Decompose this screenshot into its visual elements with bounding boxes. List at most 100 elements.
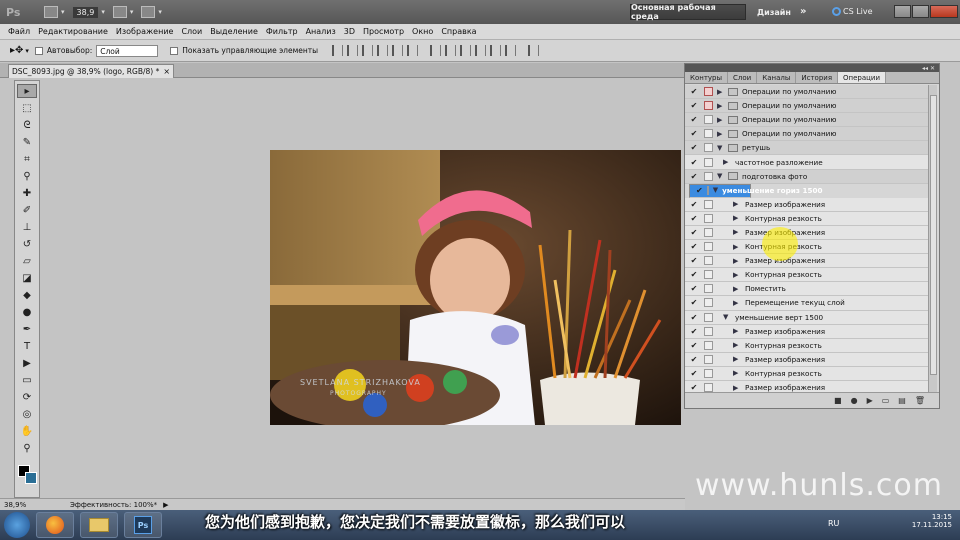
workspace-essentials-button[interactable]: Основная рабочая среда [630, 3, 746, 21]
lasso-tool-icon[interactable]: ᘓ [17, 118, 37, 132]
quick-select-tool-icon[interactable]: ✎ [17, 135, 37, 149]
action-row[interactable]: ✔ ▼ подготовка фото [685, 169, 929, 184]
toggle-check-icon[interactable]: ✔ [688, 242, 700, 251]
zoom-level-field[interactable]: 38,9 [72, 6, 99, 18]
new-set-icon[interactable]: ▭ [882, 396, 890, 405]
language-indicator[interactable]: RU [828, 519, 839, 528]
new-action-icon[interactable]: ▤ [898, 396, 906, 405]
dialog-toggle-icon[interactable] [704, 298, 713, 308]
menu-item[interactable]: Слои [181, 27, 202, 36]
record-icon[interactable]: ● [851, 396, 858, 405]
crop-tool-icon[interactable]: ⌗ [17, 152, 37, 166]
align-right-icon[interactable] [407, 45, 419, 56]
workspace-more-button[interactable]: » [800, 6, 806, 17]
menu-item[interactable]: Редактирование [38, 27, 108, 36]
hand-tool-icon[interactable]: ✋ [17, 424, 37, 438]
distribute-hcenter-icon[interactable] [490, 45, 502, 56]
toggle-check-icon[interactable]: ✔ [688, 313, 700, 322]
eyedropper-tool-icon[interactable]: ⚲ [17, 169, 37, 183]
dialog-toggle-icon[interactable] [704, 143, 713, 153]
eraser-tool-icon[interactable]: ▱ [17, 254, 37, 268]
panel-tab[interactable]: Операции [838, 72, 887, 83]
toggle-check-icon[interactable]: ✔ [688, 214, 700, 223]
toggle-check-icon[interactable]: ✔ [688, 369, 700, 378]
panel-tab[interactable]: Слои [728, 72, 758, 83]
dialog-toggle-icon[interactable] [704, 270, 713, 280]
close-tab-icon[interactable]: × [163, 67, 170, 76]
action-row[interactable]: ✔ ▶ Операции по умолчанию [685, 99, 929, 114]
menu-item[interactable]: Анализ [306, 27, 336, 36]
panel-tab[interactable]: Каналы [757, 72, 797, 83]
dialog-toggle-icon[interactable] [704, 115, 713, 125]
show-controls-checkbox[interactable] [170, 46, 179, 55]
brush-tool-icon[interactable]: ✐ [17, 203, 37, 217]
play-icon[interactable]: ▶ [867, 396, 873, 405]
3d-rotate-tool-icon[interactable]: ⟳ [17, 390, 37, 404]
maximize-button[interactable] [912, 5, 929, 18]
autoselect-dropdown[interactable]: Слой [96, 44, 159, 57]
menu-item[interactable]: Файл [8, 27, 30, 36]
expand-arrow-icon[interactable]: ▶ [733, 214, 741, 222]
close-button[interactable] [930, 5, 958, 18]
dialog-toggle-icon[interactable] [704, 101, 713, 111]
chevron-down-icon[interactable]: ▾ [130, 8, 134, 16]
expand-arrow-icon[interactable]: ▼ [717, 172, 725, 180]
toggle-check-icon[interactable]: ✔ [688, 284, 700, 293]
document-canvas[interactable]: SVETLANA STRIZHAKOVA PHOTOGRAPHY [270, 150, 681, 425]
toggle-check-icon[interactable]: ✔ [688, 200, 700, 209]
toggle-check-icon[interactable]: ✔ [688, 270, 700, 279]
menu-item[interactable]: Изображение [116, 27, 174, 36]
document-tab[interactable]: DSC_8093.jpg @ 38,9% (logo, RGB/8) * × [8, 64, 175, 78]
expand-arrow-icon[interactable]: ▶ [733, 369, 741, 377]
status-arrow-icon[interactable]: ▶ [163, 501, 168, 509]
panel-collapse-bar[interactable]: ◂◂ ✕ [685, 64, 939, 72]
distribute-bottom-icon[interactable] [460, 45, 472, 56]
shape-tool-icon[interactable]: ▭ [17, 373, 37, 387]
auto-align-icon[interactable] [528, 45, 540, 56]
expand-arrow-icon[interactable]: ▶ [733, 299, 741, 307]
dialog-toggle-icon[interactable] [704, 242, 713, 252]
dialog-toggle-icon[interactable] [704, 326, 713, 336]
action-row[interactable]: ✔ ▶ Операции по умолчанию [685, 113, 929, 128]
dialog-toggle-icon[interactable] [704, 340, 713, 350]
action-row[interactable]: ✔ ▼ уменьшение верт 1500 [685, 310, 929, 325]
dialog-toggle-icon[interactable] [704, 256, 713, 266]
actions-scrollbar[interactable] [928, 85, 937, 393]
dialog-toggle-icon[interactable] [704, 157, 713, 167]
toggle-check-icon[interactable]: ✔ [688, 341, 700, 350]
dialog-toggle-icon[interactable] [706, 186, 709, 196]
pen-tool-icon[interactable]: ✒ [17, 322, 37, 336]
menu-item[interactable]: Окно [412, 27, 433, 36]
expand-arrow-icon[interactable]: ▶ [733, 228, 741, 236]
zoom-tool-icon[interactable]: ⚲ [17, 441, 37, 455]
expand-arrow-icon[interactable]: ▶ [717, 130, 725, 138]
action-row[interactable]: ✔▶Контурная резкость [685, 268, 929, 283]
dialog-toggle-icon[interactable] [704, 383, 713, 393]
action-row[interactable]: ✔ ▶ Размер изображения [685, 324, 929, 339]
menu-item[interactable]: Справка [441, 27, 476, 36]
marquee-tool-icon[interactable]: ⬚ [17, 101, 37, 115]
healing-brush-tool-icon[interactable]: ✚ [17, 186, 37, 200]
dialog-toggle-icon[interactable] [704, 368, 713, 378]
3d-orbit-tool-icon[interactable]: ◎ [17, 407, 37, 421]
action-row[interactable]: ✔▶Контурная резкость [685, 240, 929, 255]
workspace-design-button[interactable]: Дизайн [757, 8, 791, 17]
action-row[interactable]: ✔ ▶ Операции по умолчанию [685, 85, 929, 100]
action-row[interactable]: ✔▶Контурная резкость [685, 211, 929, 226]
blur-tool-icon[interactable]: ◆ [17, 288, 37, 302]
panel-tab[interactable]: История [796, 72, 839, 83]
background-color-swatch[interactable] [25, 472, 37, 484]
expand-arrow-icon[interactable]: ▶ [717, 102, 725, 110]
chevron-down-icon[interactable]: ▾ [25, 47, 29, 55]
scroll-thumb[interactable] [930, 95, 937, 375]
action-row[interactable]: ✔ ▶ Размер изображения [685, 352, 929, 367]
path-select-tool-icon[interactable]: ▶ [17, 356, 37, 370]
expand-arrow-icon[interactable]: ▶ [723, 158, 731, 166]
toggle-check-icon[interactable]: ✔ [688, 143, 700, 152]
toggle-check-icon[interactable]: ✔ [688, 87, 700, 96]
action-row[interactable]: ✔▶Контурная резкость [685, 338, 929, 353]
dialog-toggle-icon[interactable] [704, 354, 713, 364]
distribute-top-icon[interactable] [430, 45, 442, 56]
align-left-icon[interactable] [377, 45, 389, 56]
toggle-check-icon[interactable]: ✔ [688, 256, 700, 265]
